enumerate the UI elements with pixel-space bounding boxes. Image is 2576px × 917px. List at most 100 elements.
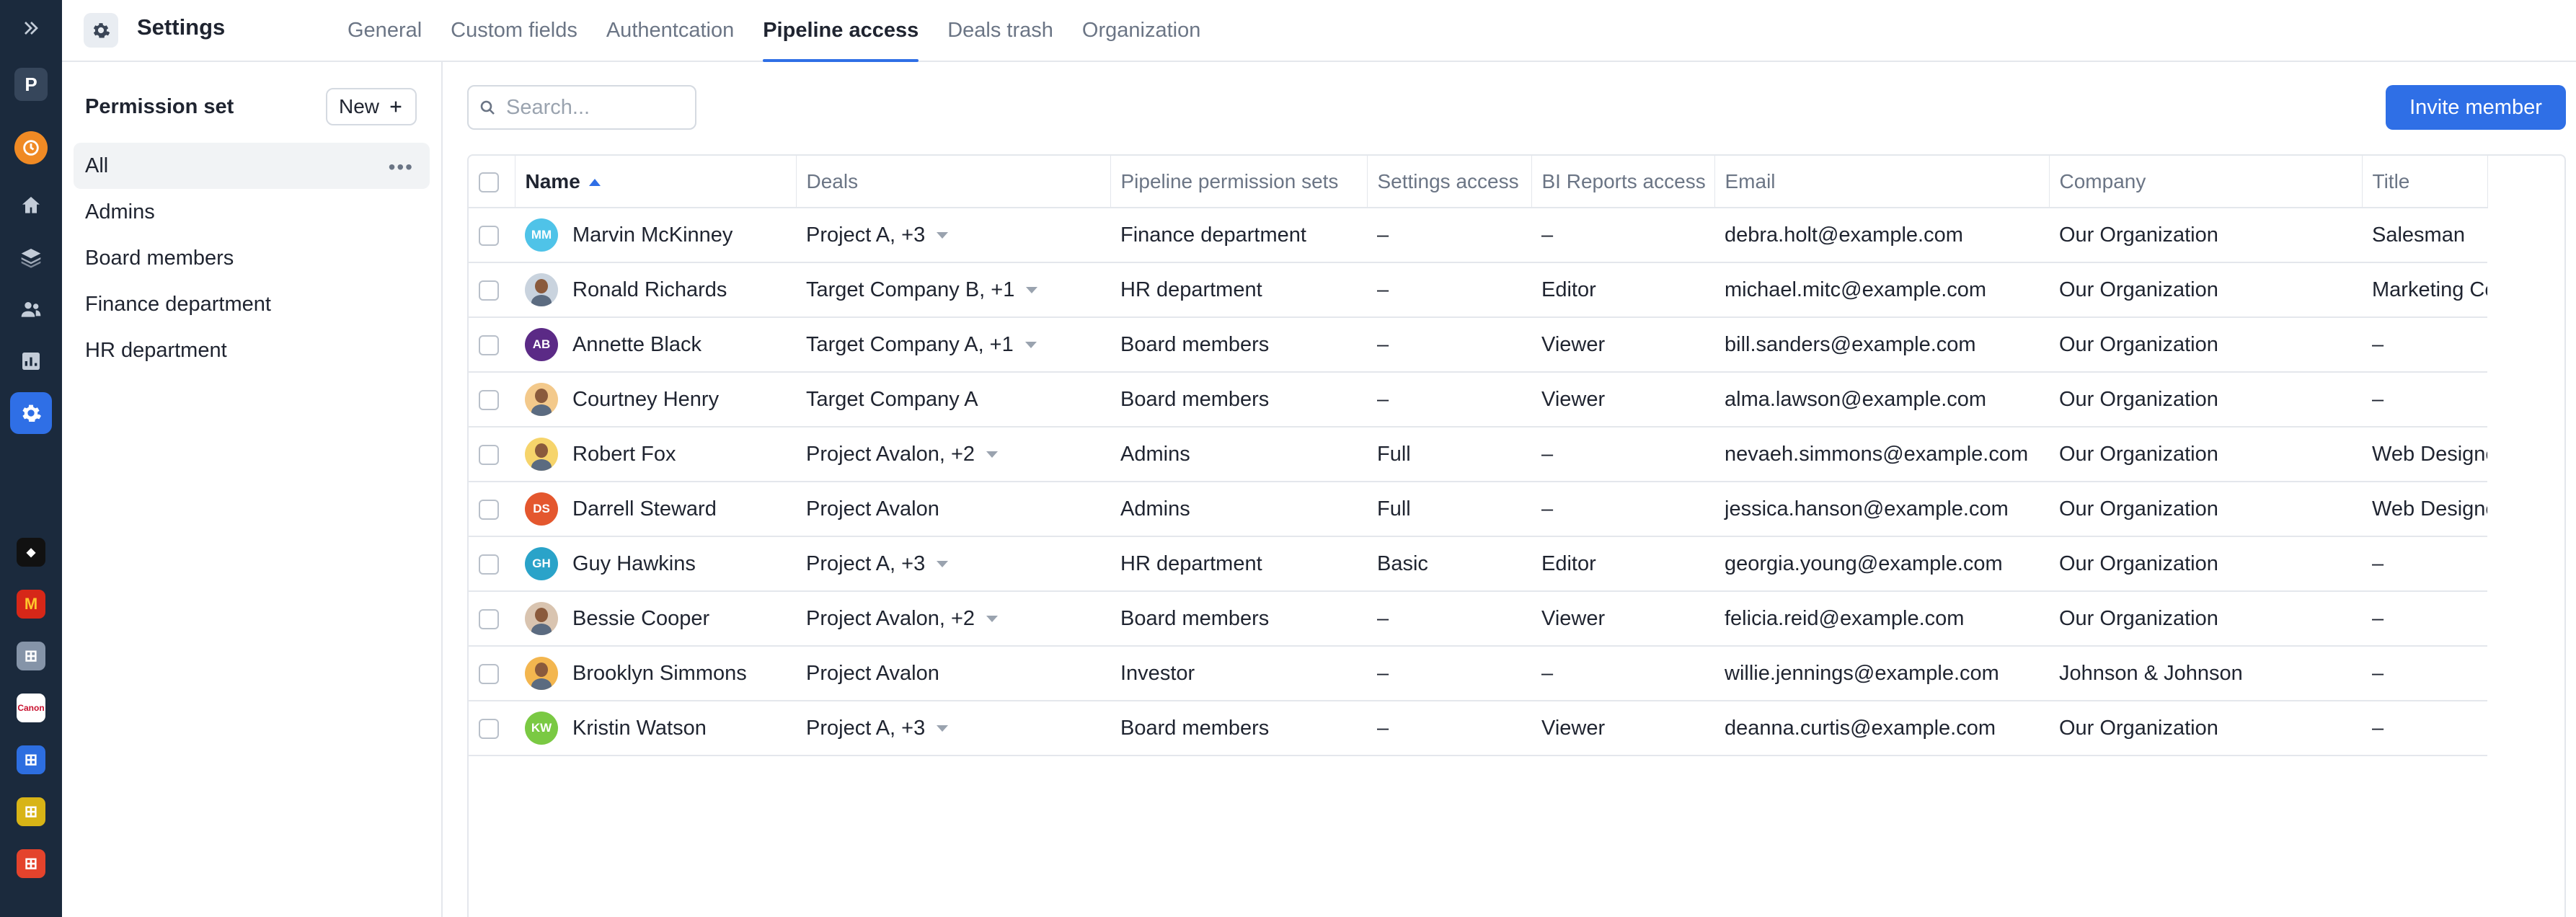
chevron-down-icon[interactable]	[1026, 287, 1038, 294]
deals-cell[interactable]: Project Avalon, +2	[796, 591, 1110, 647]
column-header-deals[interactable]: Deals	[796, 156, 1111, 208]
grid-app-icon-2[interactable]: ⊞	[17, 745, 45, 774]
company-cell: Our Organization	[2049, 701, 2362, 756]
table-row[interactable]: GH Guy Hawkins Project A, +3 HR department B…	[469, 536, 2487, 592]
tab-organization[interactable]: Organization	[1068, 0, 1215, 61]
canon-icon[interactable]: Canon	[17, 694, 45, 722]
new-permission-set-button[interactable]: New	[326, 88, 417, 125]
tab-pipeline-access[interactable]: Pipeline access	[748, 0, 933, 62]
row-checkbox[interactable]	[479, 335, 499, 355]
tab-authentication[interactable]: Authentcation	[592, 0, 748, 61]
tab-general[interactable]: General	[333, 0, 436, 61]
permission-set-item-finance-department[interactable]: Finance department	[74, 281, 430, 327]
bi-reports-access-cell: –	[1531, 482, 1714, 537]
deals-value: Project A, +3	[806, 716, 926, 740]
chevron-down-icon[interactable]	[937, 232, 949, 239]
grid-app-icon-1[interactable]: ⊞	[17, 642, 45, 670]
tab-custom-fields[interactable]: Custom fields	[436, 0, 592, 61]
member-name[interactable]: Marvin McKinney	[572, 223, 732, 247]
deals-cell[interactable]: Target Company A, +1	[796, 317, 1110, 373]
row-checkbox[interactable]	[479, 663, 499, 684]
select-all-checkbox[interactable]	[479, 172, 499, 193]
settings-access-cell: –	[1367, 208, 1531, 263]
chevron-down-icon[interactable]	[986, 451, 999, 458]
chevron-down-icon[interactable]	[937, 561, 949, 568]
row-checkbox[interactable]	[479, 280, 499, 301]
avatar-initials: AB	[532, 337, 551, 351]
member-name[interactable]: Courtney Henry	[572, 388, 719, 412]
column-header-title[interactable]: Title	[2362, 156, 2488, 208]
pipeline-permission-cell: Board members	[1110, 701, 1367, 756]
permission-set-item-all[interactable]: All •••	[74, 143, 430, 189]
deals-value: Project Avalon	[806, 661, 939, 685]
name-cell: DS Darrell Steward	[515, 482, 796, 537]
member-name[interactable]: Darrell Steward	[572, 497, 717, 521]
table-row[interactable]: AB Annette Black Target Company A, +1 Board…	[469, 317, 2487, 373]
row-checkbox[interactable]	[479, 608, 499, 629]
clock-icon[interactable]	[14, 131, 48, 164]
column-header-email[interactable]: Email	[1714, 156, 2050, 208]
member-name[interactable]: Annette Black	[572, 333, 701, 357]
dark-app-icon[interactable]: ◆	[17, 538, 45, 567]
table-row[interactable]: Brooklyn Simmons Project Avalon Investor – –…	[469, 646, 2487, 701]
permission-set-item-hr-department[interactable]: HR department	[74, 327, 430, 373]
chevron-down-icon[interactable]	[986, 616, 999, 623]
column-header-pipeline-permission-sets[interactable]: Pipeline permission sets	[1110, 156, 1368, 208]
member-name[interactable]: Kristin Watson	[572, 717, 707, 740]
bi-reports-access-cell: –	[1531, 208, 1714, 263]
row-checkbox[interactable]	[479, 225, 499, 246]
mcdonalds-icon[interactable]: M	[17, 590, 45, 619]
more-options-icon[interactable]: •••	[389, 156, 414, 179]
table-row[interactable]: Robert Fox Project Avalon, +2 Admins Full – n…	[469, 427, 2487, 482]
column-header-settings-access[interactable]: Settings access	[1367, 156, 1532, 208]
table-row[interactable]: KW Kristin Watson Project A, +3 Board membe…	[469, 701, 2487, 756]
name-cell: AB Annette Black	[515, 317, 796, 373]
deals-cell[interactable]: Target Company B, +1	[796, 262, 1110, 318]
permission-set-item-board-members[interactable]: Board members	[74, 235, 430, 281]
member-name[interactable]: Bessie Cooper	[572, 607, 709, 631]
search-input[interactable]	[505, 94, 681, 120]
member-name[interactable]: Guy Hawkins	[572, 552, 696, 576]
column-header-bi-reports-access[interactable]: BI Reports access	[1531, 156, 1715, 208]
row-checkbox[interactable]	[479, 554, 499, 575]
settings-access-cell: –	[1367, 317, 1531, 373]
table-row[interactable]: Bessie Cooper Project Avalon, +2 Board mem…	[469, 591, 2487, 647]
member-name[interactable]: Brooklyn Simmons	[572, 662, 747, 686]
column-header-company[interactable]: Company	[2049, 156, 2363, 208]
deals-cell[interactable]: Project A, +3	[796, 701, 1110, 756]
name-cell: GH Guy Hawkins	[515, 536, 796, 592]
grid-app-icon-4[interactable]: ⊞	[17, 849, 45, 878]
invite-member-button[interactable]: Invite member	[2386, 85, 2566, 130]
plus-icon	[390, 101, 402, 112]
gear-icon[interactable]	[10, 392, 52, 434]
table-row[interactable]: Courtney Henry Target Company A Board memb…	[469, 372, 2487, 428]
chevron-down-icon[interactable]	[937, 725, 949, 732]
deals-cell[interactable]: Project A, +3	[796, 536, 1110, 592]
row-checkbox[interactable]	[479, 499, 499, 520]
expand-icon[interactable]	[10, 7, 52, 49]
people-icon[interactable]	[10, 288, 52, 330]
workspace-avatar[interactable]: P	[14, 68, 48, 101]
table-row[interactable]: Ronald Richards Target Company B, +1 HR de…	[469, 262, 2487, 318]
table-header-row: Name Deals Pipeline permission sets Sett…	[469, 156, 2488, 208]
deals-value: Target Company A	[806, 387, 978, 411]
row-checkbox[interactable]	[479, 444, 499, 465]
tab-deals-trash[interactable]: Deals trash	[933, 0, 1068, 61]
home-icon[interactable]	[10, 185, 52, 226]
chart-icon[interactable]	[10, 340, 52, 382]
search-box[interactable]	[467, 85, 696, 130]
row-checkbox[interactable]	[479, 389, 499, 410]
table-row[interactable]: DS Darrell Steward Project Avalon Admins Ful…	[469, 482, 2487, 537]
column-header-name[interactable]: Name	[515, 156, 797, 208]
chevron-down-icon[interactable]	[1024, 342, 1037, 349]
row-checkbox[interactable]	[479, 718, 499, 739]
member-name[interactable]: Robert Fox	[572, 443, 676, 466]
grid-app-icon-3[interactable]: ⊞	[17, 797, 45, 826]
permission-set-label: Admins	[85, 200, 155, 223]
layers-icon[interactable]	[10, 236, 52, 278]
permission-set-item-admins[interactable]: Admins	[74, 189, 430, 235]
member-name[interactable]: Ronald Richards	[572, 278, 727, 302]
deals-cell[interactable]: Project Avalon, +2	[796, 427, 1110, 482]
deals-cell[interactable]: Project A, +3	[796, 208, 1110, 263]
table-row[interactable]: MM Marvin McKinney Project A, +3 Finance de…	[469, 208, 2487, 263]
